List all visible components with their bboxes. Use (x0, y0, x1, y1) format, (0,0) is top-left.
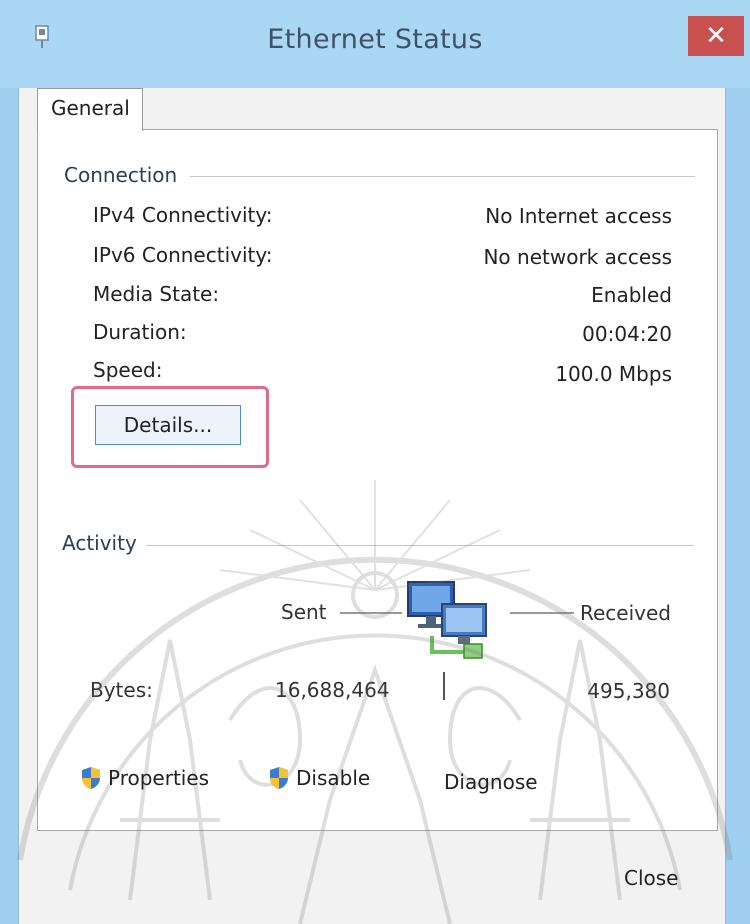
disable-button-label: Disable (296, 766, 371, 790)
title-bar[interactable]: Ethernet Status ✕ (0, 0, 750, 88)
sent-label: Sent (281, 600, 327, 624)
duration-label: Duration: (93, 320, 187, 344)
close-button-label: Close (624, 866, 679, 890)
tab-panel-general (37, 129, 718, 831)
network-computers-icon (407, 581, 487, 659)
duration-value: 00:04:20 (582, 322, 672, 346)
speed-label: Speed: (93, 358, 163, 382)
connection-group-divider (190, 176, 695, 177)
bytes-sent-value: 16,688,464 (275, 678, 390, 702)
media-state-label: Media State: (93, 282, 220, 306)
ipv6-connectivity-label: IPv6 Connectivity: (93, 243, 273, 267)
activity-group-divider (146, 545, 694, 546)
received-label: Received (580, 601, 671, 625)
media-state-value: Enabled (591, 283, 672, 307)
uac-shield-icon (82, 767, 100, 789)
close-window-button[interactable]: ✕ (688, 16, 744, 56)
properties-button[interactable]: Properties (80, 766, 209, 790)
speed-value: 100.0 Mbps (555, 362, 672, 386)
connection-group-label: Connection (64, 163, 184, 187)
close-button[interactable]: Close (624, 866, 678, 890)
diagnose-button[interactable]: Diagnose (444, 770, 538, 794)
ipv4-connectivity-value: No Internet access (485, 204, 672, 228)
sent-connector-line (340, 612, 402, 614)
activity-separator (443, 672, 445, 700)
ipv6-connectivity-value: No network access (483, 245, 672, 269)
uac-shield-icon (270, 767, 288, 789)
ethernet-status-window: Ethernet Status ✕ General Connection IPv… (0, 0, 750, 924)
bytes-received-value: 495,380 (587, 679, 670, 703)
details-button[interactable]: Details... (95, 405, 241, 445)
properties-button-label: Properties (108, 766, 210, 790)
disable-button[interactable]: Disable (268, 766, 370, 790)
received-connector-line (510, 612, 574, 614)
diagnose-button-label: Diagnose (444, 770, 538, 794)
ipv4-connectivity-label: IPv4 Connectivity: (93, 203, 273, 227)
window-title: Ethernet Status (267, 24, 483, 55)
details-button-label: Details... (123, 413, 213, 437)
activity-group-label: Activity (62, 531, 143, 555)
tab-general-label: General (51, 96, 130, 120)
bytes-label: Bytes: (90, 678, 153, 702)
